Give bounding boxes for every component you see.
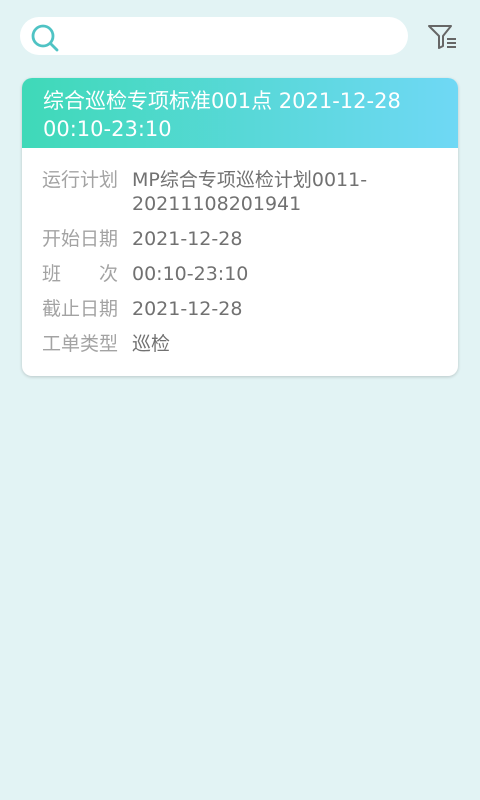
row-order-type: 工单类型 巡检 bbox=[42, 332, 458, 356]
row-label: 工单类型 bbox=[42, 333, 119, 355]
row-value: 00:10-23:10 bbox=[132, 263, 249, 285]
row-value: 2021-12-28 bbox=[132, 298, 243, 320]
row-label: 班 次 bbox=[42, 263, 119, 285]
row-value: MP综合专项巡检计划0011-20211108201941 bbox=[132, 169, 368, 215]
row-start-date: 开始日期 2021-12-28 bbox=[42, 227, 458, 251]
search-input[interactable] bbox=[66, 17, 396, 55]
row-label: 截止日期 bbox=[42, 298, 119, 320]
card-body: 运行计划 MP综合专项巡检计划0011-20211108201941 开始日期 … bbox=[22, 148, 458, 356]
card-title: 综合巡检专项标准001点 2021-12-28 00:10-23:10 bbox=[43, 89, 401, 141]
search-icon[interactable] bbox=[30, 23, 60, 53]
row-end-date: 截止日期 2021-12-28 bbox=[42, 297, 458, 321]
row-label: 运行计划 bbox=[42, 169, 119, 191]
card-header: 综合巡检专项标准001点 2021-12-28 00:10-23:10 bbox=[22, 78, 458, 148]
row-value: 2021-12-28 bbox=[132, 228, 243, 250]
row-run-plan: 运行计划 MP综合专项巡检计划0011-20211108201941 bbox=[42, 168, 458, 216]
work-order-card[interactable]: 综合巡检专项标准001点 2021-12-28 00:10-23:10 运行计划… bbox=[22, 78, 458, 376]
top-bar bbox=[0, 0, 480, 74]
row-value: 巡检 bbox=[132, 333, 171, 355]
filter-icon[interactable] bbox=[426, 20, 458, 52]
row-label: 开始日期 bbox=[42, 228, 119, 250]
row-shift: 班 次 00:10-23:10 bbox=[42, 262, 458, 286]
